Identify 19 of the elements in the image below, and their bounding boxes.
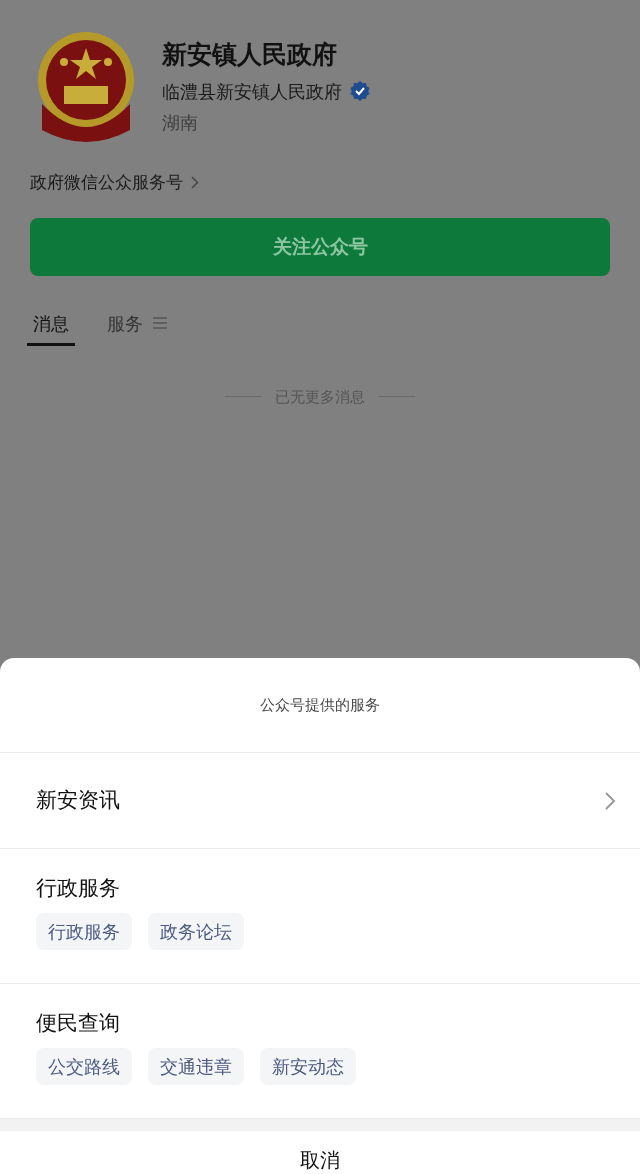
service-chip[interactable]: 新安动态 [260, 1047, 356, 1085]
menu-icon[interactable] [153, 316, 167, 329]
chevron-icon [604, 790, 616, 811]
chevron-icon [191, 176, 199, 190]
service-chip[interactable]: 交通违章 [148, 1047, 244, 1085]
cancel-button[interactable]: 取消 [0, 1131, 640, 1174]
section-title: 行政服务 [36, 875, 121, 902]
account-type-link[interactable]: 政府微信公众服务号 [30, 170, 183, 196]
service-chip[interactable]: 政务论坛 [148, 912, 244, 950]
sheet-title: 公众号提供的服务 [0, 658, 640, 753]
service-chip[interactable]: 公交路线 [36, 1047, 132, 1085]
tab[interactable]: 消息 [27, 309, 75, 346]
tab[interactable]: 服务 [101, 309, 149, 346]
account-name: 新安镇人民政府 [162, 39, 338, 71]
section-title: 便民查询 [36, 1010, 121, 1037]
entity-name: 临澧县新安镇人民政府 [162, 79, 342, 104]
menu-row[interactable]: 新安资讯 [0, 753, 640, 849]
service-chip[interactable]: 行政服务 [36, 912, 132, 950]
region-label: 湖南 [162, 110, 199, 135]
